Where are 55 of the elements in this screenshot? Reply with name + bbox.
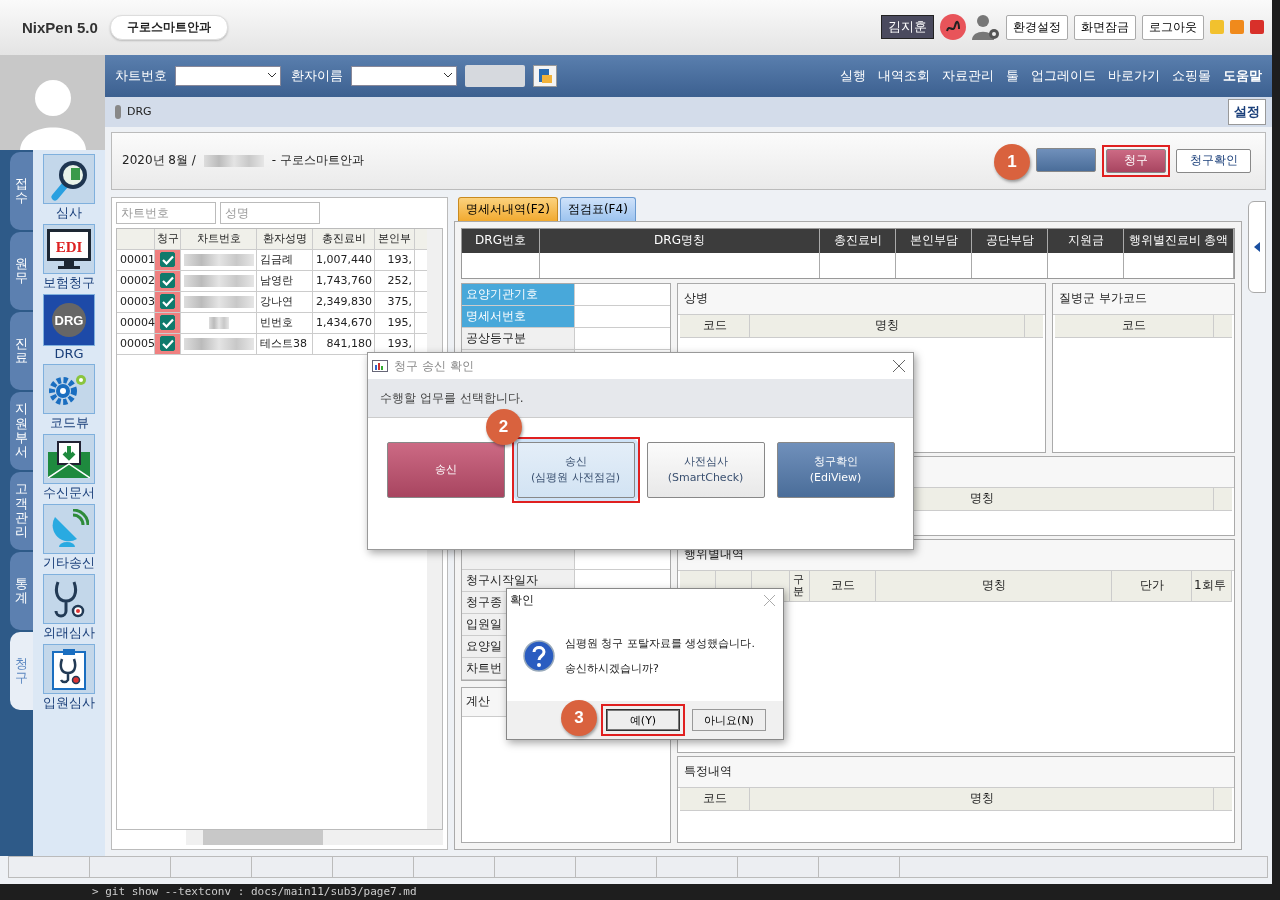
table-cell: 1,434,670 — [313, 312, 375, 333]
section-title: 특정내역 — [678, 756, 1234, 788]
table-cell: 252, — [375, 270, 415, 291]
section-title: 질병군 부가코드 — [1053, 283, 1234, 315]
header-cell: 명칭 — [750, 314, 1025, 337]
app-title: NixPen 5.0 — [22, 18, 98, 36]
header-cell: 공단부담 — [972, 228, 1048, 253]
header-cell: 1회투 — [1192, 570, 1232, 601]
table-cell: 2,349,830 — [313, 291, 375, 312]
header-cell: 구분 — [790, 570, 810, 601]
table-cell: 빈번호 — [257, 312, 313, 333]
dialog-title: 확인 — [510, 591, 534, 609]
step-badge: 1 — [994, 143, 1030, 180]
header-cell: 코드 — [680, 314, 750, 337]
header-cell: 명칭 — [876, 570, 1112, 601]
clinic-name: 구로스마트안과 — [109, 14, 228, 40]
table-cell: 1,007,440 — [313, 249, 375, 270]
field-label: 환자이름 — [291, 66, 343, 85]
table-cell: 남영란 — [257, 270, 313, 291]
header-cell: DRG번호 — [462, 228, 540, 253]
table-cell: 테스트38 — [257, 333, 313, 354]
clinic-label: - 구로스마트안과 — [271, 152, 364, 170]
table-cell: 김금례 — [257, 249, 313, 270]
field-label: 명세서번호 — [462, 305, 575, 327]
header-cell: 코드 — [810, 570, 876, 601]
header-cell: 행위별진료비 총액 — [1124, 228, 1234, 253]
header-cell: 총진료비 — [820, 228, 896, 253]
terminal-text: > git show --textconv : docs/main11/sub3/page7.md — [91, 884, 418, 900]
header-cell: 단가 — [1112, 570, 1192, 601]
header-cell: 본인부 — [375, 228, 415, 249]
header-cell: 코드 — [1055, 314, 1214, 337]
step-badge: 3 — [561, 700, 597, 736]
field-label: 차트번호 — [115, 66, 167, 85]
header-cell: 지원금 — [1048, 228, 1124, 253]
dialog-title: 청구 송신 확인 — [394, 357, 474, 375]
header-cell: 청구 — [155, 228, 181, 249]
table-cell: 375, — [375, 291, 415, 312]
table-cell: 195, — [375, 312, 415, 333]
dialog-message: 수행할 업무를 선택합니다. — [380, 389, 524, 407]
field-label: 공상등구분 — [462, 327, 575, 349]
header-cell: 차트번호 — [181, 228, 257, 249]
field-label: 요양기관기호 — [462, 283, 575, 305]
table-cell: 193, — [375, 249, 415, 270]
header-cell: 본인부담 — [896, 228, 972, 253]
header-cell: DRG명칭 — [540, 228, 820, 253]
breadcrumb-label: DRG — [127, 105, 152, 119]
table-cell: 강나연 — [257, 291, 313, 312]
table-cell: 1,743,760 — [313, 270, 375, 291]
header-cell: 명칭 — [750, 787, 1214, 810]
period-label: 2020년 8월 / — [122, 152, 196, 170]
section-title: 상병 — [678, 283, 1045, 315]
header-cell: 코드 — [680, 787, 750, 810]
header-cell: 총진료비 — [313, 228, 375, 249]
header-cell: 환자성명 — [257, 228, 313, 249]
user-name: 김지훈 — [881, 15, 934, 40]
